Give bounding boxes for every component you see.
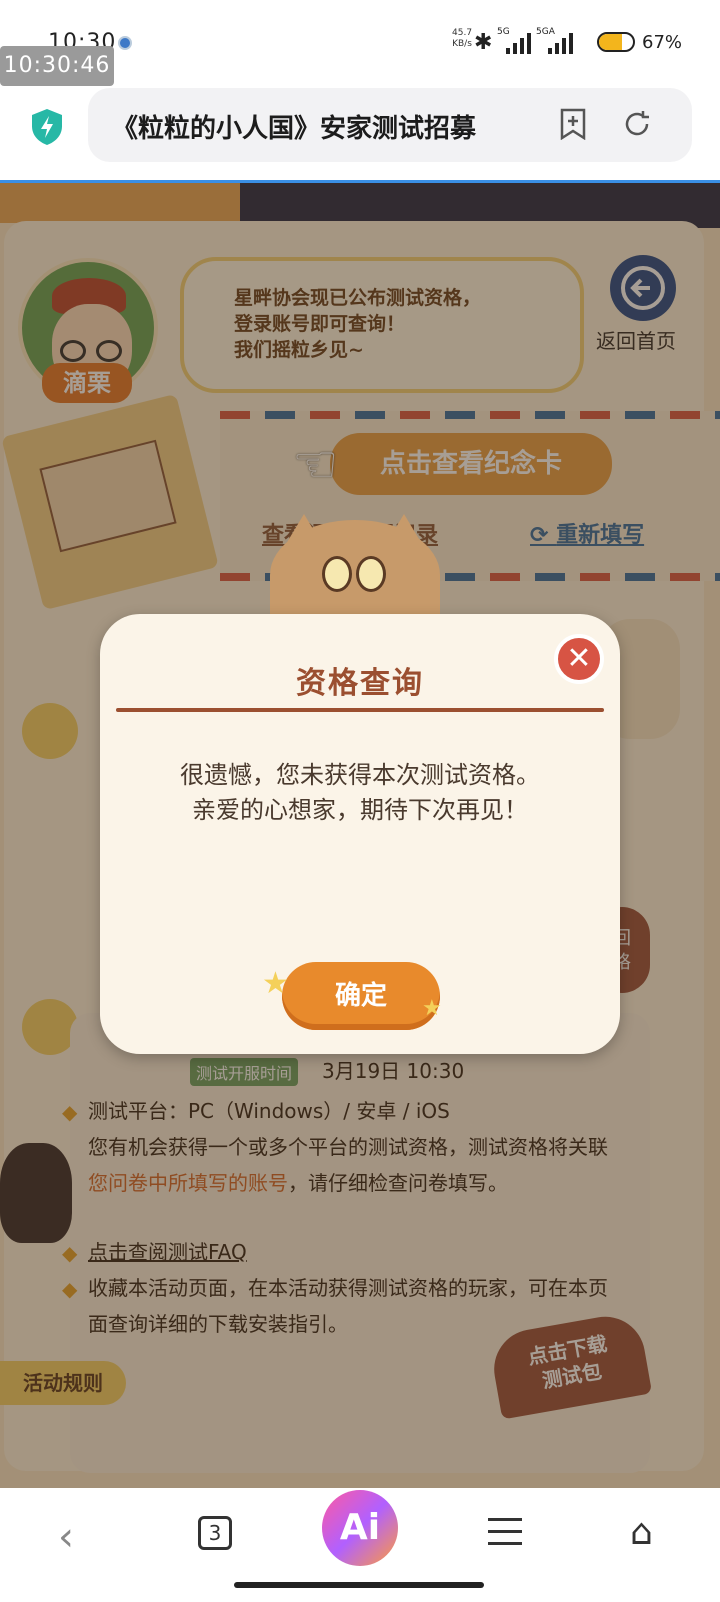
modal-divider <box>116 708 604 712</box>
sparkle-star-icon-2: ★ <box>422 996 442 1021</box>
modal-message-2: 亲爱的心想家，期待下次再见！ <box>192 796 528 824</box>
cat-eye-left <box>322 556 352 592</box>
browser-screen: 10:30 45.7 KB/s ✱ 5G 5GA 67% 10:30:46 《粒… <box>0 0 720 1602</box>
net-speed-value: 45.7 <box>452 28 473 38</box>
signal-icon <box>506 30 531 54</box>
add-bookmark-icon[interactable] <box>556 108 590 142</box>
tabs-button[interactable]: 3 <box>198 1516 232 1550</box>
net-speed: 45.7 KB/s <box>452 28 472 50</box>
battery-icon <box>597 32 635 52</box>
cat-eye-right <box>356 556 386 592</box>
modal-message-1: 很遗憾，您未获得本次测试资格。 <box>180 761 540 789</box>
confirm-button[interactable]: 确定 <box>282 962 440 1030</box>
signal-icon-2 <box>548 30 573 54</box>
sparkle-star-icon: ★ <box>262 966 289 1001</box>
battery-percent: 67% <box>642 32 683 53</box>
close-icon[interactable]: ✕ <box>554 634 604 684</box>
security-shield-icon[interactable] <box>30 108 64 146</box>
modal-title: 资格查询 <box>296 666 424 701</box>
back-icon[interactable]: ‹ <box>58 1514 74 1560</box>
ai-assistant-button[interactable]: Ai <box>322 1490 398 1566</box>
clock-overlay: 10:30:46 <box>0 46 114 86</box>
net-speed-unit: KB/s <box>452 39 472 49</box>
page-title[interactable]: 《粒粒的小人国》安家测试招募 <box>112 108 502 144</box>
menu-icon[interactable] <box>488 1518 522 1554</box>
bluetooth-icon: ✱ <box>474 30 493 55</box>
reload-icon[interactable] <box>620 108 654 142</box>
app-notification-icon <box>118 36 132 50</box>
address-bar[interactable]: 《粒粒的小人国》安家测试招募 <box>88 88 692 162</box>
home-icon[interactable]: ⌂ <box>630 1512 653 1553</box>
gesture-bar[interactable] <box>234 1582 484 1588</box>
